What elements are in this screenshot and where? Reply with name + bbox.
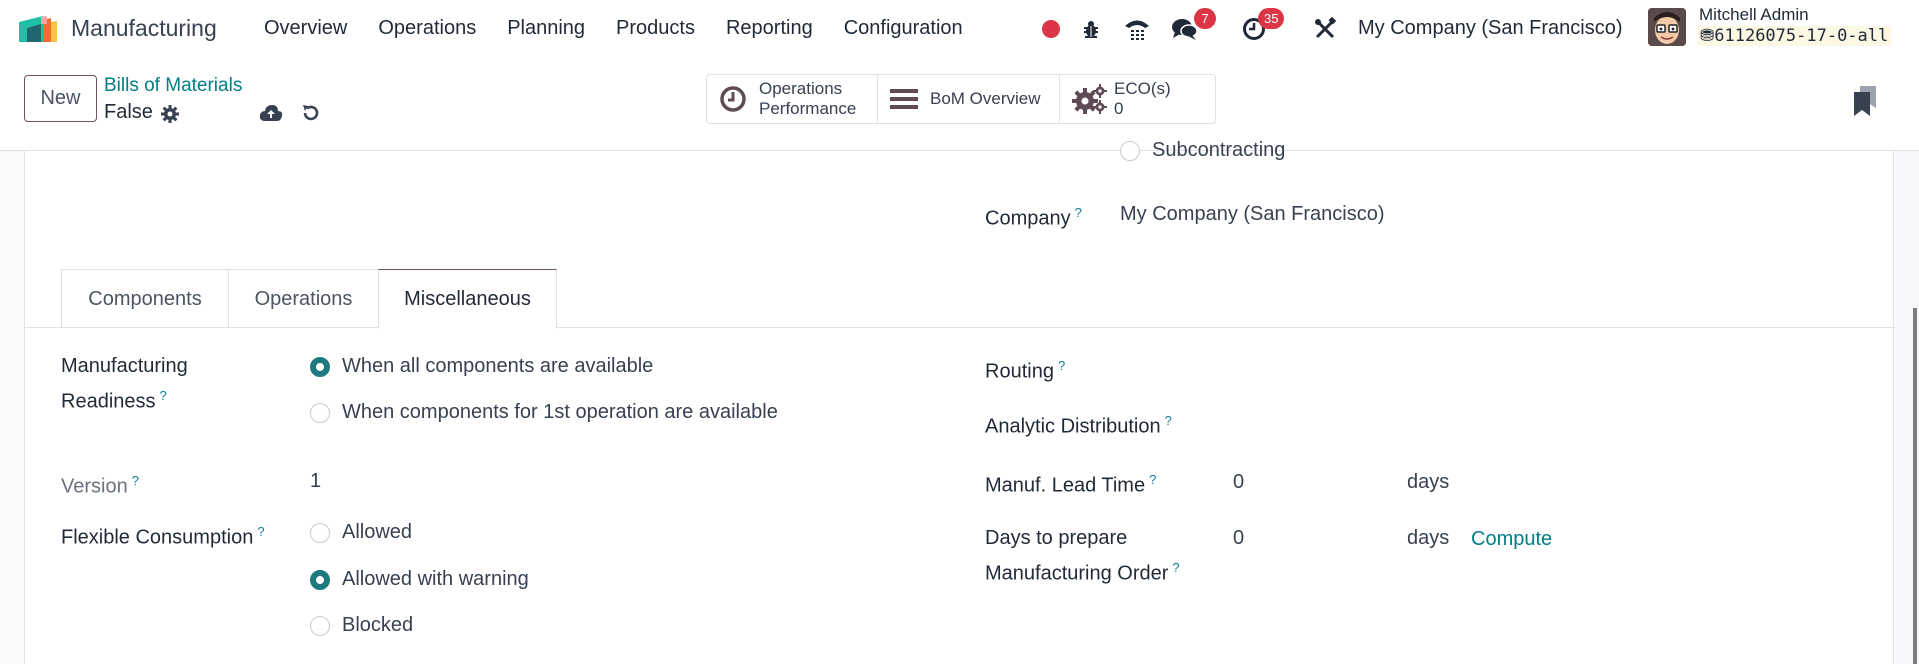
manufacturing-app-icon[interactable] [19,14,59,42]
help-tooltip-icon[interactable]: ? [1165,413,1172,428]
menu-products[interactable]: Products [616,17,695,40]
readiness-option-first-operation[interactable]: When components for 1st operation are av… [310,401,778,424]
menu-configuration[interactable]: Configuration [844,17,963,40]
help-tooltip-icon[interactable]: ? [132,473,139,488]
control-panel: New Bills of Materials False Operations P… [0,58,1919,151]
user-avatar[interactable] [1648,8,1686,46]
activities-badge: 35 [1258,8,1285,29]
gear-icon[interactable] [160,104,180,130]
scrollbar-thumb[interactable] [1913,308,1917,664]
flex-option-allowed-with-warning[interactable]: Allowed with warning [310,568,529,591]
clock-icon [719,85,747,113]
smart-buttons: Operations Performance BoM Overview ECO(s… [706,74,1216,124]
bug-icon[interactable] [1078,16,1104,42]
phone-icon[interactable] [1124,16,1150,42]
radio-unchecked[interactable] [310,522,330,543]
top-navbar: Manufacturing Overview Operations Planni… [0,0,1919,58]
tab-components[interactable]: Components [61,269,229,328]
version-label: Version? [61,473,139,498]
breadcrumb-bills-of-materials[interactable]: Bills of Materials [104,75,242,97]
app-name[interactable]: Manufacturing [71,15,217,42]
help-tooltip-icon[interactable]: ? [1172,560,1179,575]
user-name[interactable]: Mitchell Admin [1699,5,1809,25]
flex-option-blocked[interactable]: Blocked [310,614,413,637]
tab-operations[interactable]: Operations [228,269,379,328]
radio-checked[interactable] [310,569,330,590]
form-area: Subcontracting Company? My Company (San … [0,139,1919,664]
menu-planning[interactable]: Planning [507,17,585,40]
menu-overview[interactable]: Overview [264,17,347,40]
cogs-icon [1072,83,1108,115]
manuf-lead-time-unit: days [1407,471,1450,493]
new-button[interactable]: New [24,75,97,122]
tools-icon[interactable] [1312,16,1338,42]
radio-unchecked[interactable] [310,615,330,636]
manufacturing-readiness-label: Manufacturing Readiness? [61,355,188,413]
bars-icon [890,87,918,111]
flexible-consumption-label: Flexible Consumption? [61,524,265,549]
bom-type-subcontracting[interactable]: Subcontracting [1120,139,1285,162]
tab-miscellaneous[interactable]: Miscellaneous [378,269,557,329]
recording-icon[interactable] [1038,16,1064,42]
analytic-distribution-label: Analytic Distribution? [985,413,1172,438]
messages-badge: 7 [1194,8,1216,29]
company-field[interactable]: My Company (San Francisco) [1120,199,1385,229]
help-tooltip-icon[interactable]: ? [160,388,167,403]
version-value: 1 [310,470,322,492]
radio-checked[interactable] [310,356,330,377]
help-tooltip-icon[interactable]: ? [1075,205,1082,220]
radio-unchecked[interactable] [310,402,330,423]
days-to-prepare-unit: days [1407,527,1450,549]
operations-performance-button[interactable]: Operations Performance [707,75,878,123]
discard-undo-icon[interactable] [301,103,321,129]
company-switcher[interactable]: My Company (San Francisco) [1358,17,1623,40]
company-label: Company? [985,205,1082,230]
save-cloud-icon[interactable] [259,103,283,129]
compute-button[interactable]: Compute [1471,528,1552,551]
bom-overview-button[interactable]: BoM Overview [878,75,1060,123]
days-to-prepare-label: Days to prepare Manufacturing Order? [985,527,1180,585]
record-name: False [104,101,153,123]
bookmark-icon[interactable] [1854,86,1878,122]
radio-unchecked[interactable] [1120,140,1140,161]
tabs-divider [25,327,1895,328]
database-name: ⛃61126075-17-0-all [1697,26,1892,46]
help-tooltip-icon[interactable]: ? [257,524,264,539]
database-icon: ⛃ [1700,26,1715,46]
flex-option-allowed[interactable]: Allowed [310,521,412,544]
help-tooltip-icon[interactable]: ? [1058,358,1065,373]
help-tooltip-icon[interactable]: ? [1149,472,1156,487]
analytic-distribution-field[interactable] [1233,404,1793,436]
main-menu: Overview Operations Planning Products Re… [264,17,994,40]
form-sheet: Subcontracting Company? My Company (San … [24,139,1895,664]
readiness-option-all-available[interactable]: When all components are available [310,355,653,378]
menu-reporting[interactable]: Reporting [726,17,813,40]
days-to-prepare-input[interactable]: 0 [1233,523,1393,553]
manuf-lead-time-input[interactable]: 0 [1233,467,1393,497]
eco-button[interactable]: ECO(s) 0 [1060,75,1215,123]
routing-label: Routing? [985,358,1066,383]
menu-operations[interactable]: Operations [378,17,476,40]
manuf-lead-time-label: Manuf. Lead Time? [985,472,1157,497]
routing-field[interactable] [1233,349,1793,381]
notebook-tabs: Components Operations Miscellaneous [61,269,557,329]
